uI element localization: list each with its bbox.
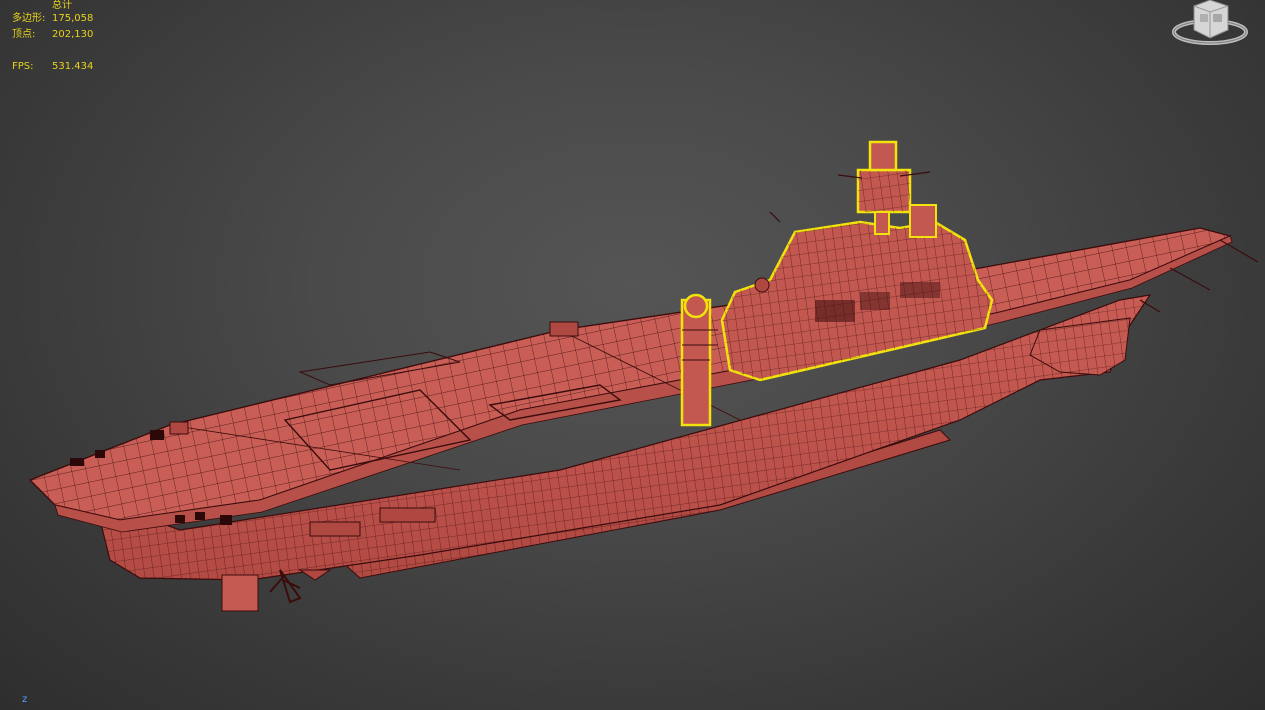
polygons-stat: 多边形: 175,058: [12, 11, 93, 27]
aircraft-carrier-model[interactable]: [0, 0, 1265, 710]
fps-label: FPS:: [12, 61, 34, 72]
fps-value: 531.434: [52, 61, 94, 72]
stats-spacer: [12, 43, 93, 59]
polygons-label: 多边形:: [12, 13, 46, 24]
stats-header: 总计: [52, 0, 72, 11]
fps-stat: FPS: 531.434: [12, 59, 93, 75]
viewcube-icon[interactable]: [1172, 0, 1248, 46]
polygons-value: 175,058: [52, 13, 94, 24]
vertices-stat: 顶点: 202,130: [12, 27, 93, 43]
viewport-stats-overlay: 总计 多边形: 175,058 顶点: 202,130 FPS: 531.434: [12, 0, 93, 75]
vertices-value: 202,130: [52, 29, 94, 40]
vertices-label: 顶点:: [12, 29, 36, 40]
axis-tripod-icon: z: [22, 694, 28, 705]
3d-viewport[interactable]: 总计 多边形: 175,058 顶点: 202,130 FPS: 531.434…: [0, 0, 1265, 710]
